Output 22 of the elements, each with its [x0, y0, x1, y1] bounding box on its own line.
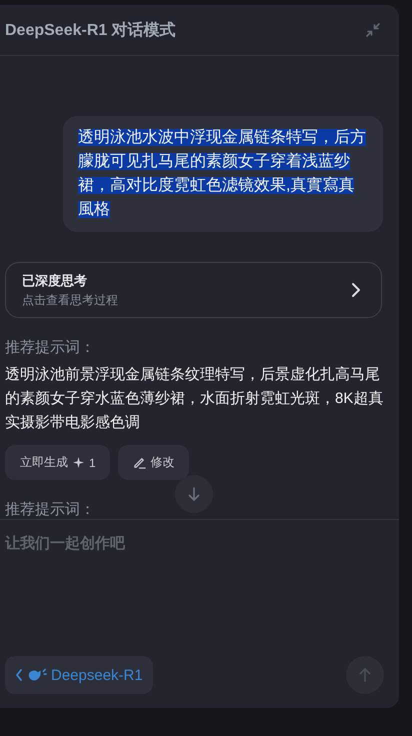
send-button[interactable] [346, 656, 384, 694]
scroll-down-button[interactable] [175, 475, 213, 513]
thinking-card[interactable]: 已深度思考 点击查看思考过程 [5, 262, 382, 318]
arrow-up-icon [359, 668, 371, 682]
suggestion-label: 推荐提示词： [5, 500, 96, 519]
chevron-right-icon [351, 282, 361, 298]
thinking-title: 已深度思考 [22, 272, 88, 290]
generate-button[interactable]: 立即生成 1 [5, 445, 110, 480]
user-message: 透明泳池水波中浮现金属链条特写，后方朦胧可见扎马尾的素颜女子穿着浅蓝纱裙，高对比度霓虹色滤镜效果,真實寫真風格 [63, 116, 383, 232]
suggestion-label: 推荐提示词： [5, 338, 96, 357]
prompt-input-field[interactable]: 让我们一起创作吧 [5, 534, 384, 594]
pencil-icon [132, 456, 146, 469]
whale-logo [27, 668, 47, 682]
thinking-subtitle: 点击查看思考过程 [22, 292, 118, 308]
window-title: DeepSeek-R1 对话模式 [5, 20, 176, 40]
collapse-icon[interactable] [365, 22, 381, 38]
arrow-down-icon [188, 487, 200, 501]
sparkle-icon [73, 457, 84, 468]
cost-count: 1 [89, 456, 96, 470]
chevron-left-icon [15, 668, 23, 682]
suggested-prompt: 透明泳池前景浮现金属链条纹理特写，后景虚化扎高马尾的素颜女子穿水蓝色薄纱裙，水面折射霓虹光斑，8K超真实摄影带电影感色调 [5, 365, 384, 433]
edit-button[interactable]: 修改 [118, 445, 189, 480]
